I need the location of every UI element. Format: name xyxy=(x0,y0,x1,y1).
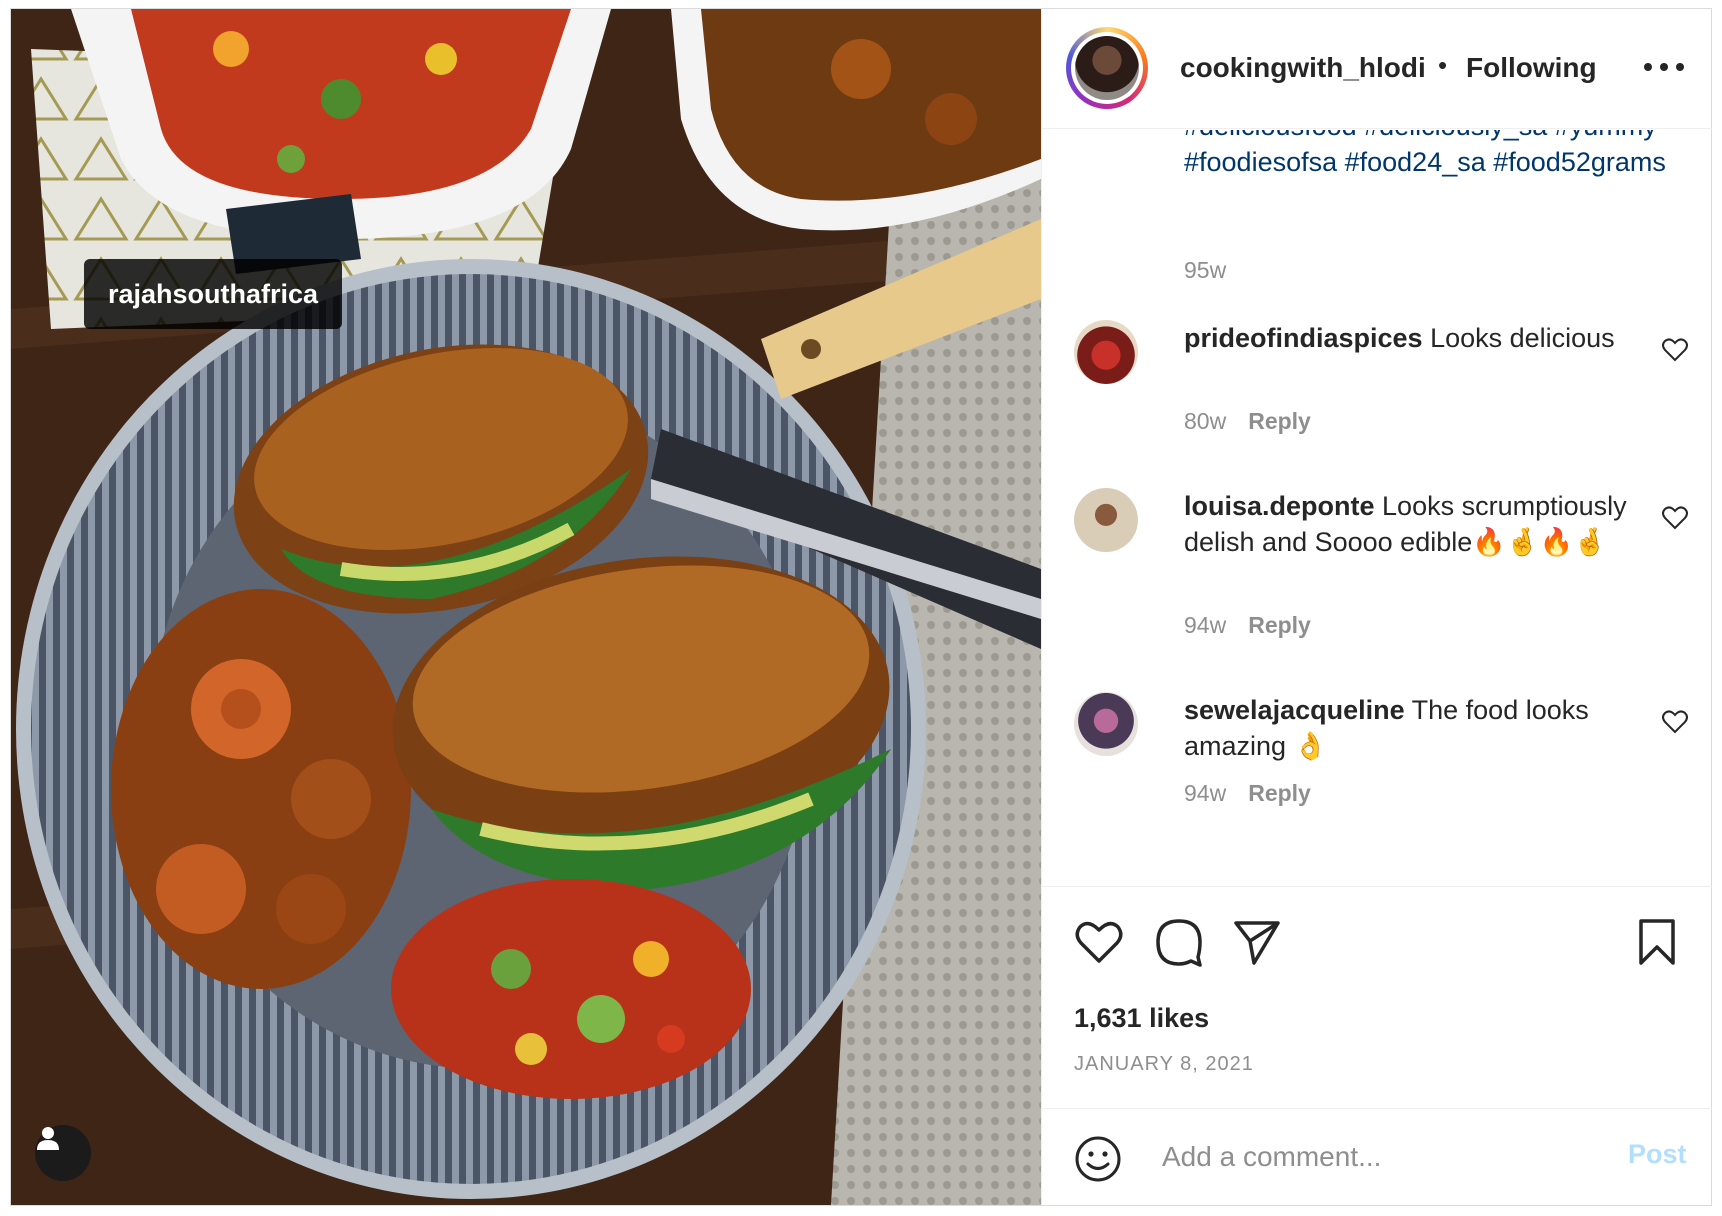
following-button[interactable]: Following xyxy=(1466,52,1597,84)
post-button[interactable]: Post xyxy=(1628,1139,1687,1170)
post-side-panel: cookingwith_hlodi • Following #delicious… xyxy=(1041,9,1712,1205)
paper-plane-icon[interactable] xyxy=(1232,917,1282,967)
heart-icon[interactable] xyxy=(1662,337,1688,363)
author-username[interactable]: cookingwith_hlodi xyxy=(1180,52,1426,84)
comment-time[interactable]: 94w xyxy=(1184,612,1226,638)
header-separator: • xyxy=(1438,50,1448,80)
reply-button[interactable]: Reply xyxy=(1248,780,1311,806)
comment-body: Looks delicious xyxy=(1422,323,1615,353)
comment-username[interactable]: sewelajacqueline xyxy=(1184,695,1405,725)
avatar[interactable] xyxy=(1074,692,1138,756)
likes-count[interactable]: 1,631 likes xyxy=(1074,1003,1209,1034)
heart-icon[interactable] xyxy=(1662,505,1688,531)
avatar[interactable] xyxy=(1074,320,1138,384)
reply-button[interactable]: Reply xyxy=(1248,408,1311,434)
more-horizontal-icon[interactable] xyxy=(1642,57,1686,77)
avatar xyxy=(1075,36,1139,100)
reply-button[interactable]: Reply xyxy=(1248,612,1311,638)
post-actions: 1,631 likes JANUARY 8, 2021 xyxy=(1042,887,1712,1109)
comment-meta: 94w Reply xyxy=(1184,780,1311,807)
comment-text: sewelajacqueline The food looks amazing … xyxy=(1184,692,1634,764)
comment-username[interactable]: prideofindiaspices xyxy=(1184,323,1423,353)
post-header: cookingwith_hlodi • Following xyxy=(1042,9,1712,129)
tagged-users-button[interactable] xyxy=(35,1125,91,1181)
comment-meta: 94w Reply xyxy=(1184,612,1311,639)
comment-username[interactable]: louisa.deponte xyxy=(1184,491,1375,521)
caption-hashtags[interactable]: #deliciousfood #deliciously_sa #yummy #f… xyxy=(1184,130,1674,180)
post-photo[interactable]: rajahsouthafrica xyxy=(11,9,1041,1205)
food-photo-illustration xyxy=(11,9,1041,1205)
comment-time[interactable]: 94w xyxy=(1184,780,1226,806)
comment-meta: 80w Reply xyxy=(1184,408,1311,435)
caption-timestamp[interactable]: 95w xyxy=(1184,257,1226,284)
user-tag-label[interactable]: rajahsouthafrica xyxy=(84,259,343,329)
comment-text: louisa.deponte Looks scrumptiously delis… xyxy=(1184,488,1634,560)
post-date[interactable]: JANUARY 8, 2021 xyxy=(1074,1053,1254,1076)
avatar[interactable] xyxy=(1074,488,1138,552)
heart-icon[interactable] xyxy=(1074,917,1124,967)
comment-time[interactable]: 80w xyxy=(1184,408,1226,434)
bookmark-icon[interactable] xyxy=(1632,917,1682,967)
comments-list[interactable]: #deliciousfood #deliciously_sa #yummy #f… xyxy=(1042,130,1712,887)
story-ring[interactable] xyxy=(1066,27,1148,109)
comment-bubble-icon[interactable] xyxy=(1154,917,1204,967)
comment-input[interactable] xyxy=(1162,1137,1582,1177)
person-icon xyxy=(37,1127,59,1150)
add-comment-bar: Post xyxy=(1042,1109,1712,1205)
post-dialog: rajahsouthafrica cookingwith_hlodi • Fol… xyxy=(10,8,1712,1206)
smiley-icon[interactable] xyxy=(1074,1135,1122,1183)
heart-icon[interactable] xyxy=(1662,709,1688,735)
comment-text: prideofindiaspices Looks delicious xyxy=(1184,320,1634,356)
